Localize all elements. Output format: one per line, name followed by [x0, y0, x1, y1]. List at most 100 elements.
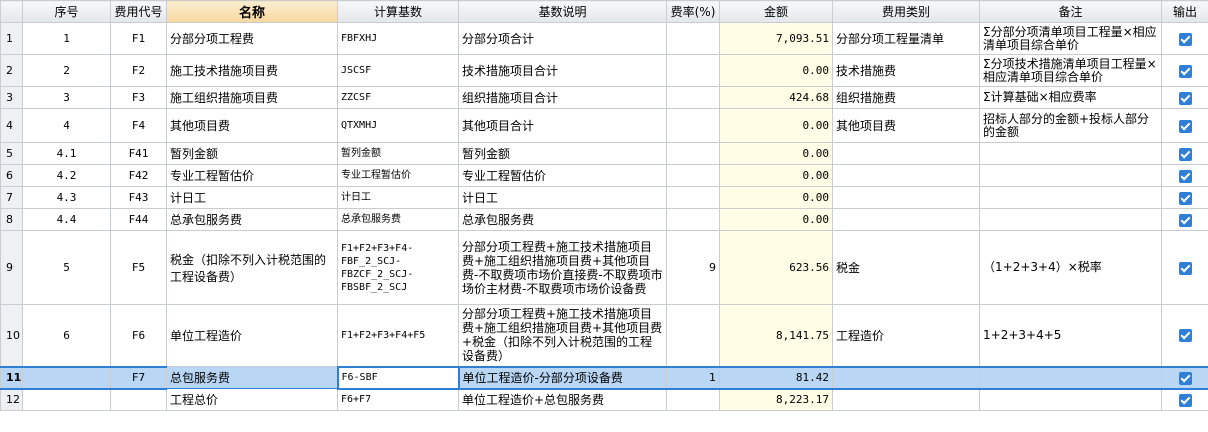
row-number[interactable]: 9	[0, 230, 23, 305]
category-cell[interactable]	[832, 365, 980, 390]
row-number[interactable]: 3	[0, 86, 23, 109]
row-number[interactable]: 4	[0, 108, 23, 143]
seq-cell[interactable]: 4	[22, 108, 111, 143]
rate-cell[interactable]: 9	[666, 230, 720, 305]
checkbox-checked-icon[interactable]	[1178, 393, 1192, 407]
base-cell[interactable]: 暂列金额	[337, 142, 459, 165]
category-cell[interactable]: 税金	[832, 230, 980, 305]
category-cell[interactable]	[832, 164, 980, 187]
base-cell[interactable]: ZZCSF	[337, 86, 459, 109]
table-row[interactable]: 5 4.1 F41 暂列金额 暂列金额 暂列金额 0.00	[0, 142, 1208, 165]
name-cell[interactable]: 税金（扣除不列入计税范围的工程设备费）	[166, 230, 338, 305]
header-output[interactable]: 输出	[1161, 0, 1208, 23]
name-cell[interactable]: 分部分项工程费	[166, 22, 338, 55]
desc-cell[interactable]: 分部分项工程费+施工技术措施项目费+施工组织措施项目费+其他项目费-不取费项市场…	[458, 230, 667, 305]
output-checkbox[interactable]	[1161, 304, 1208, 367]
table-row[interactable]: 7 4.3 F43 计日工 计日工 计日工 0.00	[0, 186, 1208, 209]
header-seq[interactable]: 序号	[22, 0, 111, 23]
note-cell[interactable]: Σ分部分项清单项目工程量×相应清单项目综合单价	[979, 22, 1162, 55]
rate-cell[interactable]	[666, 108, 720, 143]
note-cell[interactable]	[979, 388, 1162, 411]
name-cell[interactable]: 总承包服务费	[166, 208, 338, 231]
category-cell[interactable]	[832, 142, 980, 165]
table-row[interactable]: 12 工程总价 F6+F7 单位工程造价+总包服务费 8,223.17	[0, 388, 1208, 411]
note-cell[interactable]	[979, 164, 1162, 187]
base-cell[interactable]: FBFXHJ	[337, 22, 459, 55]
output-checkbox[interactable]	[1161, 230, 1208, 305]
note-cell[interactable]: 招标人部分的金额+投标人部分的金额	[979, 108, 1162, 143]
note-cell[interactable]	[979, 142, 1162, 165]
row-number[interactable]: 7	[0, 186, 23, 209]
name-cell[interactable]: 计日工	[166, 186, 338, 209]
name-cell[interactable]: 工程总价	[166, 388, 338, 411]
desc-cell[interactable]: 计日工	[458, 186, 667, 209]
rate-cell[interactable]	[666, 86, 720, 109]
checkbox-checked-icon[interactable]	[1178, 329, 1192, 343]
seq-cell[interactable]	[22, 365, 111, 390]
output-checkbox[interactable]	[1161, 108, 1208, 143]
checkbox-checked-icon[interactable]	[1178, 147, 1192, 161]
checkbox-checked-icon[interactable]	[1178, 213, 1192, 227]
checkbox-checked-icon[interactable]	[1178, 371, 1192, 385]
code-cell[interactable]: F42	[110, 164, 167, 187]
seq-cell[interactable]: 5	[22, 230, 111, 305]
header-base[interactable]: 计算基数	[337, 0, 459, 23]
header-rownum[interactable]	[0, 0, 23, 23]
table-row[interactable]: 6 4.2 F42 专业工程暂估价 专业工程暂估价 专业工程暂估价 0.00	[0, 164, 1208, 187]
seq-cell[interactable]: 4.1	[22, 142, 111, 165]
base-cell[interactable]: F1+F2+F3+F4+F5	[337, 304, 459, 367]
name-cell[interactable]: 其他项目费	[166, 108, 338, 143]
code-cell[interactable]	[110, 388, 167, 411]
row-number[interactable]: 5	[0, 142, 23, 165]
rate-cell[interactable]	[666, 164, 720, 187]
desc-cell[interactable]: 组织措施项目合计	[458, 86, 667, 109]
seq-cell[interactable]	[22, 388, 111, 411]
category-cell[interactable]: 技术措施费	[832, 54, 980, 87]
name-cell[interactable]: 单位工程造价	[166, 304, 338, 367]
rate-cell[interactable]	[666, 304, 720, 367]
desc-cell[interactable]: 技术措施项目合计	[458, 54, 667, 87]
row-number[interactable]: 6	[0, 164, 23, 187]
name-cell[interactable]: 施工技术措施项目费	[166, 54, 338, 87]
base-cell[interactable]: F1+F2+F3+F4- FBF_2_SCJ- FBZCF_2_SCJ- FBS…	[337, 230, 459, 305]
output-checkbox[interactable]	[1161, 186, 1208, 209]
row-number[interactable]: 10	[0, 304, 23, 367]
note-cell[interactable]: （1+2+3+4）×税率	[979, 230, 1162, 305]
note-cell[interactable]: 1+2+3+4+5	[979, 304, 1162, 367]
output-checkbox[interactable]	[1161, 22, 1208, 55]
desc-cell[interactable]: 分部分项工程费+施工技术措施项目费+施工组织措施项目费+其他项目费+税金（扣除不…	[458, 304, 667, 367]
desc-cell[interactable]: 专业工程暂估价	[458, 164, 667, 187]
rate-cell[interactable]	[666, 54, 720, 87]
base-cell[interactable]: 专业工程暂估价	[337, 164, 459, 187]
rate-cell[interactable]	[666, 142, 720, 165]
rate-cell[interactable]	[666, 22, 720, 55]
rate-cell[interactable]	[666, 208, 720, 231]
header-name[interactable]: 名称	[166, 0, 338, 23]
base-cell[interactable]: F6+F7	[337, 388, 459, 411]
base-cell[interactable]: 计日工	[337, 186, 459, 209]
header-desc[interactable]: 基数说明	[458, 0, 667, 23]
note-cell[interactable]: Σ计算基础×相应费率	[979, 86, 1162, 109]
seq-cell[interactable]: 6	[22, 304, 111, 367]
row-number[interactable]: 1	[0, 22, 23, 55]
base-cell-active[interactable]: F6-SBF	[336, 365, 460, 390]
desc-cell[interactable]: 分部分项合计	[458, 22, 667, 55]
checkbox-checked-icon[interactable]	[1178, 261, 1192, 275]
base-cell[interactable]: 总承包服务费	[337, 208, 459, 231]
seq-cell[interactable]: 4.4	[22, 208, 111, 231]
code-cell[interactable]: F2	[110, 54, 167, 87]
code-cell[interactable]: F41	[110, 142, 167, 165]
table-row[interactable]: 8 4.4 F44 总承包服务费 总承包服务费 总承包服务费 0.00	[0, 208, 1208, 231]
name-cell[interactable]: 暂列金额	[166, 142, 338, 165]
table-row[interactable]: 1 1 F1 分部分项工程费 FBFXHJ 分部分项合计 7,093.51 分部…	[0, 22, 1208, 55]
category-cell[interactable]	[832, 388, 980, 411]
category-cell[interactable]	[832, 208, 980, 231]
rate-cell[interactable]	[666, 388, 720, 411]
header-category[interactable]: 费用类别	[832, 0, 980, 23]
rate-cell[interactable]	[666, 186, 720, 209]
desc-cell[interactable]: 单位工程造价-分部分项设备费	[458, 365, 667, 390]
base-cell[interactable]: QTXMHJ	[337, 108, 459, 143]
base-cell[interactable]: JSCSF	[337, 54, 459, 87]
desc-cell[interactable]: 单位工程造价+总包服务费	[458, 388, 667, 411]
note-cell[interactable]	[979, 365, 1162, 390]
